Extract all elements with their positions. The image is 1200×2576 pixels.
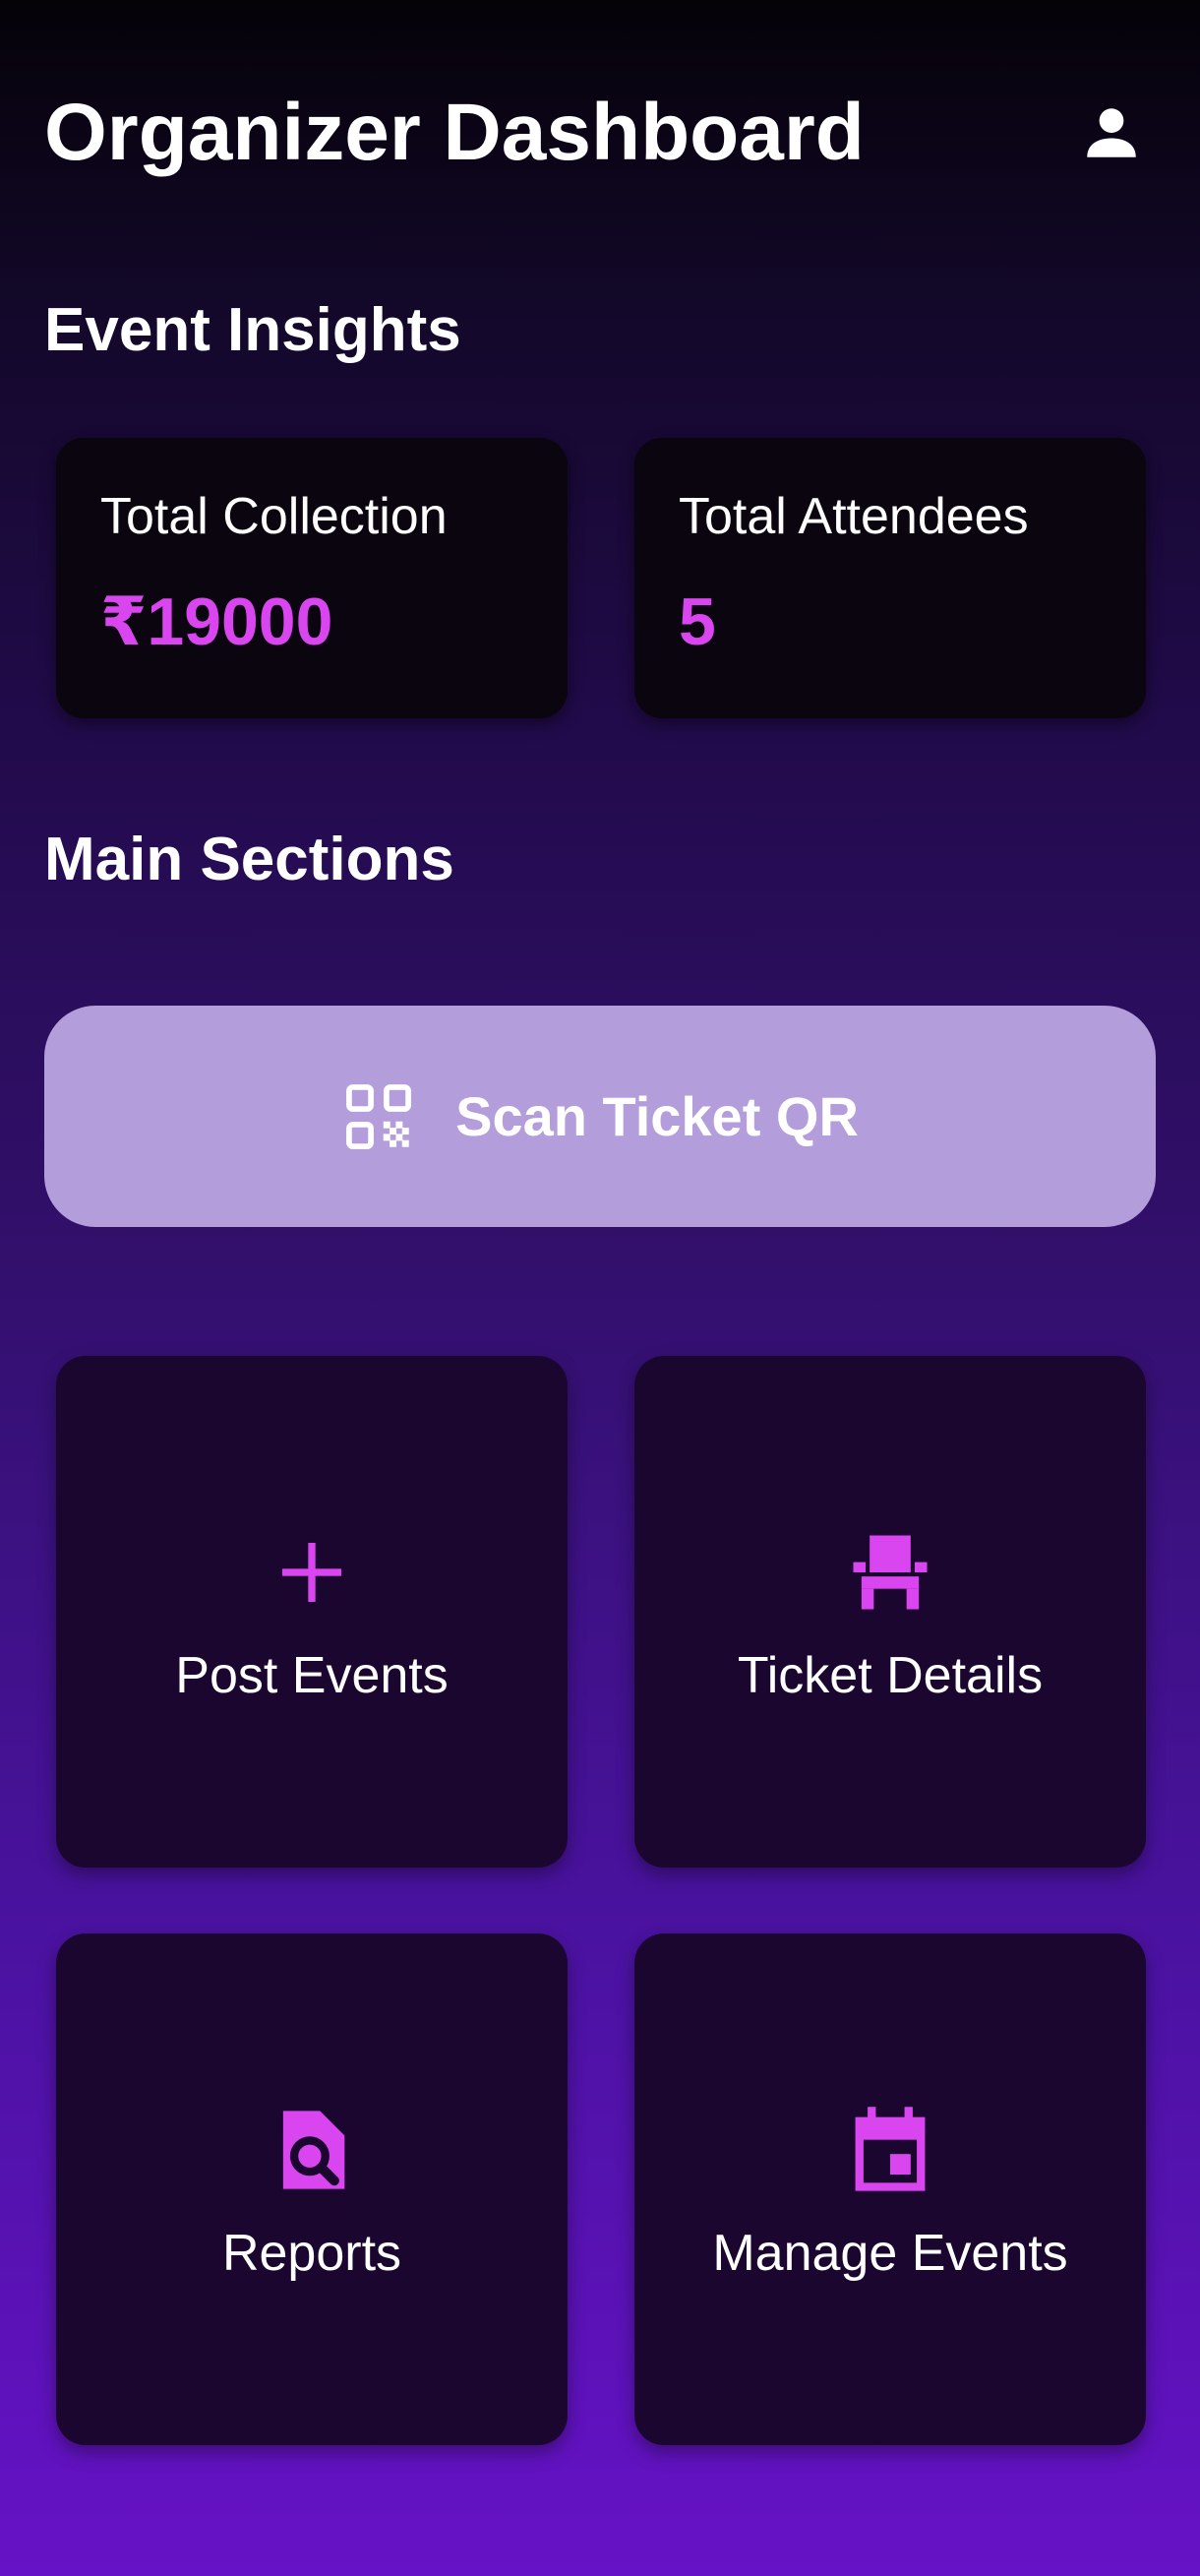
total-attendees-card: Total Attendees 5 bbox=[634, 438, 1146, 718]
total-collection-label: Total Collection bbox=[100, 488, 448, 545]
total-attendees-value: 5 bbox=[679, 584, 716, 659]
main-section-title: Main Sections bbox=[44, 826, 454, 893]
total-collection-value: ₹19000 bbox=[100, 584, 333, 659]
qr-code-icon bbox=[341, 1079, 416, 1154]
document-search-icon bbox=[258, 2096, 366, 2204]
scan-ticket-qr-button[interactable]: Scan Ticket QR bbox=[44, 1006, 1156, 1227]
scan-ticket-qr-label: Scan Ticket QR bbox=[455, 1085, 859, 1147]
reports-label: Reports bbox=[221, 2225, 402, 2282]
total-attendees-label: Total Attendees bbox=[679, 488, 1029, 545]
person-icon bbox=[1087, 108, 1136, 157]
ticket-details-tile[interactable]: Ticket Details bbox=[634, 1356, 1146, 1868]
post-events-label: Post Events bbox=[175, 1647, 449, 1704]
manage-events-tile[interactable]: Manage Events bbox=[634, 1933, 1146, 2445]
page-title: Organizer Dashboard bbox=[44, 88, 865, 177]
post-events-tile[interactable]: Post Events bbox=[56, 1356, 568, 1868]
manage-events-label: Manage Events bbox=[712, 2225, 1068, 2282]
reports-tile[interactable]: Reports bbox=[56, 1933, 568, 2445]
plus-icon bbox=[258, 1518, 366, 1626]
profile-button[interactable] bbox=[1067, 89, 1156, 177]
seat-icon bbox=[836, 1518, 944, 1626]
total-collection-card: Total Collection ₹19000 bbox=[56, 438, 568, 718]
ticket-details-label: Ticket Details bbox=[737, 1647, 1044, 1704]
insights-section-title: Event Insights bbox=[44, 296, 461, 364]
app-header: Organizer Dashboard bbox=[44, 79, 1156, 187]
calendar-icon bbox=[836, 2096, 944, 2204]
